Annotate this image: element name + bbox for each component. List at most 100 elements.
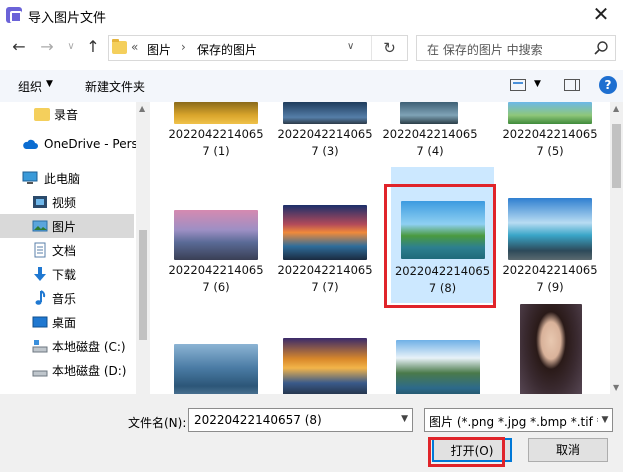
- sidebar-item-videos[interactable]: 视频: [0, 190, 134, 214]
- scroll-up-arrow-icon[interactable]: ▲: [613, 104, 619, 113]
- file-item[interactable]: [166, 338, 266, 394]
- file-item[interactable]: [275, 338, 375, 394]
- thumbnail: [283, 205, 367, 260]
- view-options-icon[interactable]: [510, 79, 526, 91]
- thumbnail: [508, 198, 592, 260]
- navigation-pane: 录音 OneDrive - Pers 此电脑 视频 图片 文档 下载 音乐 桌面…: [0, 102, 150, 394]
- sidebar-item-downloads[interactable]: 下载: [0, 262, 134, 286]
- chevron-down-icon[interactable]: ▼: [401, 414, 408, 424]
- organize-button[interactable]: 组织: [18, 78, 42, 95]
- view-caret-icon[interactable]: ▼: [534, 79, 541, 89]
- bottom-panel: 文件名(N): 20220422140657 (8) ▼ 图片 (*.png *…: [0, 394, 623, 472]
- thumbnail: [283, 102, 367, 124]
- drive-icon: [32, 340, 48, 353]
- chevron-down-icon[interactable]: ▼: [598, 409, 612, 431]
- breadcrumb-separator[interactable]: ›: [181, 40, 186, 54]
- highlight-box: [384, 184, 496, 308]
- scroll-down-arrow-icon[interactable]: ▼: [613, 383, 619, 392]
- address-bar[interactable]: « 图片 › 保存的图片 ∨ ↻: [108, 35, 408, 61]
- sidebar-item-this-pc[interactable]: 此电脑: [0, 166, 134, 190]
- search-box[interactable]: 在 保存的图片 中搜索: [416, 35, 616, 61]
- organize-caret-icon[interactable]: ▼: [46, 79, 53, 89]
- document-icon: [34, 242, 46, 258]
- help-icon[interactable]: ?: [599, 76, 617, 94]
- filename-value[interactable]: 20220422140657 (8): [194, 413, 322, 427]
- sidebar-item-music[interactable]: 音乐: [0, 286, 134, 310]
- search-input[interactable]: 在 保存的图片 中搜索: [427, 41, 543, 58]
- filetype-value[interactable]: 图片 (*.png *.jpg *.bmp *.tif *: [429, 413, 603, 430]
- file-name-line2: 7 (5): [536, 144, 564, 158]
- file-name-line1: 2022042214065: [502, 127, 598, 141]
- file-name-line1: 2022042214065: [277, 127, 373, 141]
- filetype-select[interactable]: 图片 (*.png *.jpg *.bmp *.tif * ▼: [424, 408, 613, 432]
- sidebar-item-label: OneDrive - Pers: [44, 137, 138, 151]
- content-scrollbar[interactable]: ▲ ▼: [610, 102, 623, 394]
- desktop-icon: [32, 316, 48, 328]
- sidebar-item-desktop[interactable]: 桌面: [0, 310, 134, 334]
- file-item[interactable]: 2022042214065 7 (3): [275, 102, 375, 164]
- sidebar-item-label: 桌面: [52, 316, 77, 330]
- file-name-line2: 7 (4): [416, 144, 444, 158]
- thumbnail: [508, 102, 592, 124]
- thumbnail: [520, 304, 582, 394]
- thumbnail: [174, 344, 258, 394]
- file-name-line1: 2022042214065: [382, 127, 478, 141]
- file-name-line1: 2022042214065: [277, 263, 373, 277]
- sidebar-item-label: 此电脑: [44, 172, 81, 186]
- file-item[interactable]: 2022042214065 7 (4): [380, 102, 480, 164]
- sidebar-scrollbar[interactable]: ▲: [136, 102, 150, 394]
- picture-icon: [32, 220, 48, 232]
- sidebar-item-label: 视频: [52, 196, 77, 210]
- file-item[interactable]: [386, 338, 486, 394]
- content-scrollbar-thumb[interactable]: [612, 124, 621, 188]
- file-item[interactable]: 2022042214065 7 (7): [275, 198, 375, 300]
- refresh-icon[interactable]: ↻: [371, 36, 407, 60]
- scroll-up-arrow-icon[interactable]: ▲: [139, 104, 145, 113]
- sidebar-item-recordings[interactable]: 录音: [0, 102, 134, 126]
- file-item[interactable]: 2022042214065 7 (6): [166, 198, 266, 300]
- sidebar-item-label: 文档: [52, 244, 77, 258]
- back-arrow-icon[interactable]: ←: [10, 38, 28, 56]
- recent-locations-chevron-icon[interactable]: ∨: [62, 38, 80, 56]
- breadcrumb-saved-pictures[interactable]: 保存的图片: [197, 41, 257, 58]
- filename-field[interactable]: 20220422140657 (8) ▼: [188, 408, 413, 432]
- sidebar-item-onedrive[interactable]: OneDrive - Pers: [0, 133, 138, 157]
- search-icon: [594, 41, 608, 55]
- sidebar-scrollbar-thumb[interactable]: [139, 230, 147, 340]
- file-name-line2: 7 (1): [202, 144, 230, 158]
- command-toolbar: 组织 ▼ 新建文件夹 ▼ ?: [0, 70, 623, 102]
- preview-pane-icon[interactable]: [564, 79, 580, 91]
- sidebar-item-label: 本地磁盘 (C:): [52, 340, 126, 354]
- close-icon[interactable]: ✕: [589, 2, 613, 26]
- file-item[interactable]: 2022042214065 7 (9): [500, 198, 600, 300]
- sidebar-item-pictures[interactable]: 图片: [0, 214, 134, 238]
- file-item[interactable]: 2022042214065 7 (1): [166, 102, 266, 164]
- file-item[interactable]: [500, 298, 600, 394]
- file-list: 2022042214065 7 (1) 2022042214065 7 (3) …: [150, 102, 610, 394]
- sidebar-item-label: 下载: [52, 268, 77, 282]
- computer-icon: [22, 171, 38, 184]
- breadcrumb-overflow[interactable]: «: [131, 40, 138, 54]
- video-icon: [33, 196, 47, 208]
- music-icon: [35, 290, 46, 305]
- breadcrumb-pictures[interactable]: 图片: [147, 41, 171, 58]
- highlight-box: [428, 437, 505, 467]
- file-name-line1: 2022042214065: [502, 263, 598, 277]
- cancel-button[interactable]: 取消: [528, 438, 608, 462]
- sidebar-item-label: 录音: [54, 108, 79, 122]
- file-item[interactable]: 2022042214065 7 (5): [500, 102, 600, 164]
- filename-label: 文件名(N):: [128, 416, 187, 430]
- cloud-icon: [23, 139, 38, 149]
- file-name-line2: 7 (3): [311, 144, 339, 158]
- new-folder-button[interactable]: 新建文件夹: [85, 78, 145, 95]
- sidebar-item-documents[interactable]: 文档: [0, 238, 134, 262]
- sidebar-item-drive-c[interactable]: 本地磁盘 (C:): [0, 334, 134, 358]
- sidebar-item-label: 本地磁盘 (D:): [52, 364, 127, 378]
- window-title: 导入图片文件: [28, 11, 107, 26]
- forward-arrow-icon[interactable]: →: [38, 38, 56, 56]
- title-bar: 导入图片文件 ✕: [0, 0, 623, 30]
- up-arrow-icon[interactable]: ↑: [84, 38, 102, 56]
- sidebar-item-drive-d[interactable]: 本地磁盘 (D:): [0, 358, 134, 382]
- thumbnail: [396, 340, 480, 394]
- chevron-down-icon[interactable]: ∨: [347, 41, 354, 52]
